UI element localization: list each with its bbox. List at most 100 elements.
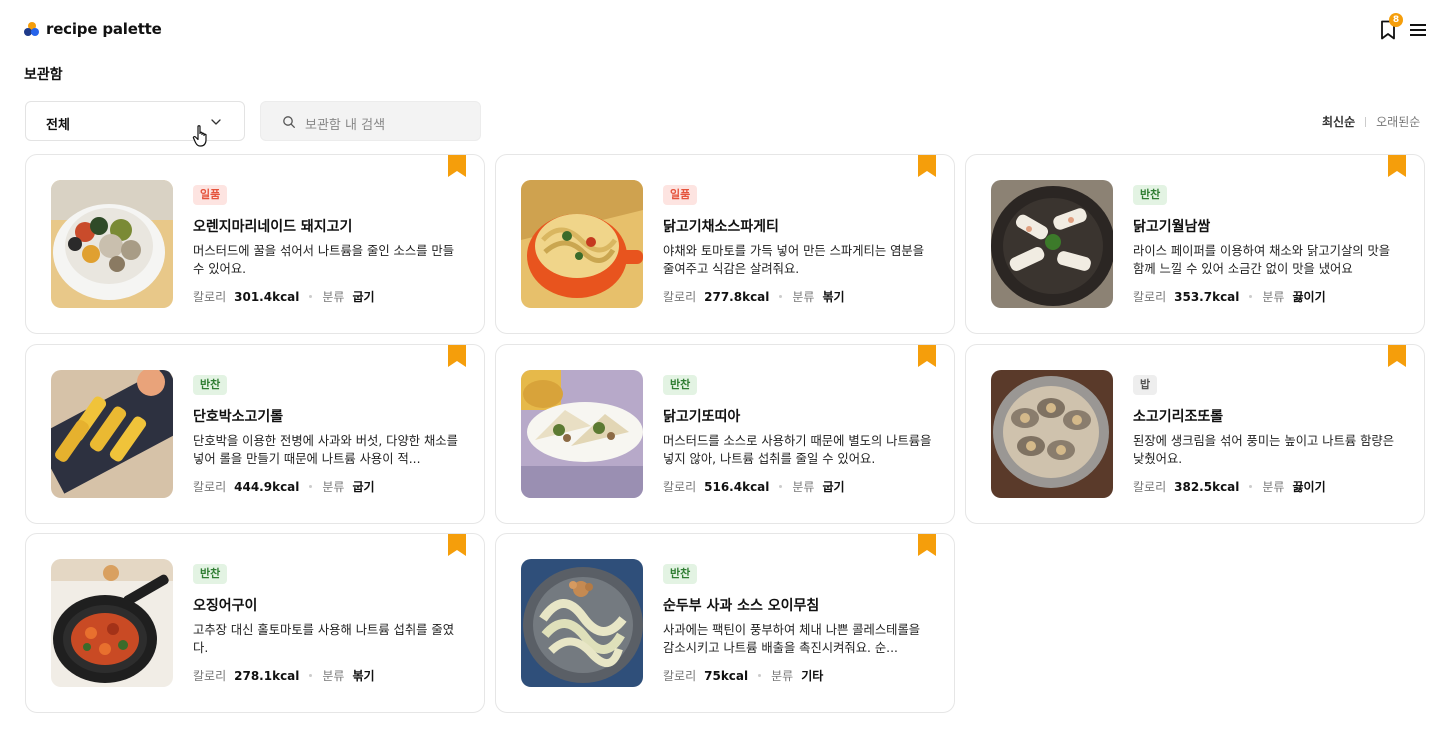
recipe-image — [991, 370, 1113, 498]
meta-separator — [1249, 485, 1253, 488]
recipe-meta: 칼로리 444.9kcal 분류 굽기 — [193, 478, 375, 495]
meta-separator — [309, 295, 313, 298]
category-tag: 반찬 — [663, 375, 698, 395]
calories-value: 278.1kcal — [234, 668, 300, 683]
sort-options: 최신순 오래된순 — [1322, 113, 1420, 130]
category-filter-select[interactable]: 전체 — [25, 101, 245, 141]
menu-icon[interactable] — [1409, 22, 1427, 38]
recipe-meta: 칼로리 516.4kcal 분류 굽기 — [663, 478, 845, 495]
bookmark-ribbon-icon[interactable] — [448, 155, 466, 177]
brand-name: recipe palette — [46, 20, 162, 38]
recipe-card[interactable]: 밥 소고기리조또롤 된장에 생크림을 섞어 풍미는 높이고 나트륨 함량은 낮췄… — [965, 344, 1425, 524]
recipe-title: 소고기리조또롤 — [1133, 409, 1224, 425]
header: recipe palette 8 — [0, 0, 1432, 60]
bookmark-ribbon-icon[interactable] — [1388, 345, 1406, 367]
calories-value: 277.8kcal — [704, 289, 770, 304]
recipe-meta: 칼로리 278.1kcal 분류 볶기 — [193, 667, 375, 684]
category-label: 분류 — [771, 669, 794, 683]
recipe-meta: 칼로리 353.7kcal 분류 끓이기 — [1133, 288, 1326, 305]
category-value: 볶기 — [822, 290, 845, 304]
recipe-card[interactable]: 반찬 단호박소고기롤 단호박을 이용한 전병에 사과와 버섯, 다양한 채소를 … — [25, 344, 485, 524]
bookmark-ribbon-icon[interactable] — [918, 345, 936, 367]
bookmark-ribbon-icon[interactable] — [1388, 155, 1406, 177]
meta-separator — [309, 674, 313, 677]
category-value: 볶기 — [352, 669, 375, 683]
recipe-title: 닭고기월남쌈 — [1133, 219, 1211, 235]
recipe-card[interactable]: 반찬 닭고기또띠아 머스터드를 소스로 사용하기 때문에 별도의 나트륨을 넣지… — [495, 344, 955, 524]
bookmark-ribbon-icon[interactable] — [918, 155, 936, 177]
recipe-image — [521, 559, 643, 687]
brand-logo[interactable]: recipe palette — [24, 20, 162, 38]
recipe-meta: 칼로리 277.8kcal 분류 볶기 — [663, 288, 845, 305]
meta-separator — [779, 485, 783, 488]
recipe-title: 닭고기또띠아 — [663, 409, 741, 425]
category-value: 굽기 — [352, 480, 375, 494]
category-label: 분류 — [322, 290, 345, 304]
bookmark-ribbon-icon[interactable] — [918, 534, 936, 556]
recipe-description: 단호박을 이용한 전병에 사과와 버섯, 다양한 채소를 넣어 롤을 만들기 때… — [193, 434, 458, 466]
recipe-meta: 칼로리 301.4kcal 분류 굽기 — [193, 288, 375, 305]
meta-separator — [779, 295, 783, 298]
filter-selected-value: 전체 — [46, 118, 70, 133]
recipe-card[interactable]: 일품 닭고기채소스파게티 야채와 토마토를 가득 넣어 만든 스파게티는 염분을… — [495, 154, 955, 334]
recipe-card[interactable]: 일품 오렌지마리네이드 돼지고기 머스터드에 꿀을 섞어서 나트륨을 줄인 소스… — [25, 154, 485, 334]
recipe-meta: 칼로리 382.5kcal 분류 끓이기 — [1133, 478, 1326, 495]
calories-label: 칼로리 — [663, 480, 697, 494]
recipe-title: 오징어구이 — [193, 598, 258, 614]
sort-oldest[interactable]: 오래된순 — [1376, 113, 1420, 130]
category-tag: 반찬 — [193, 375, 228, 395]
calories-value: 301.4kcal — [234, 289, 300, 304]
calories-label: 칼로리 — [663, 669, 697, 683]
palette-logo-icon — [24, 21, 40, 37]
category-label: 분류 — [322, 669, 345, 683]
meta-separator — [309, 485, 313, 488]
search-input[interactable]: 보관함 내 검색 — [260, 101, 481, 141]
recipe-image — [51, 370, 173, 498]
recipe-description: 라이스 페이퍼를 이용하여 채소와 닭고기살의 맛을 함께 느낄 수 있어 소금… — [1133, 244, 1391, 276]
page-title: 보관함 — [24, 67, 63, 83]
category-value: 끓이기 — [1292, 480, 1326, 494]
category-label: 분류 — [322, 480, 345, 494]
recipe-image — [521, 370, 643, 498]
recipe-title: 순두부 사과 소스 오이무침 — [663, 598, 820, 614]
sort-newest[interactable]: 최신순 — [1322, 113, 1355, 130]
recipe-image — [51, 180, 173, 308]
calories-label: 칼로리 — [193, 480, 227, 494]
hand-cursor-icon — [192, 125, 207, 147]
recipe-description: 야채와 토마토를 가득 넣어 만든 스파게티는 염분을 줄여주고 식감은 살려줘… — [663, 244, 925, 276]
calories-value: 444.9kcal — [234, 479, 300, 494]
category-tag: 일품 — [663, 185, 698, 205]
recipe-image — [521, 180, 643, 308]
calories-label: 칼로리 — [1133, 290, 1167, 304]
recipe-image — [991, 180, 1113, 308]
category-label: 분류 — [792, 480, 815, 494]
calories-value: 516.4kcal — [704, 479, 770, 494]
recipe-card[interactable]: 반찬 닭고기월남쌈 라이스 페이퍼를 이용하여 채소와 닭고기살의 맛을 함께 … — [965, 154, 1425, 334]
recipe-meta: 칼로리 75kcal 분류 기타 — [663, 667, 823, 684]
category-value: 기타 — [801, 669, 824, 683]
category-tag: 반찬 — [1133, 185, 1168, 205]
recipe-description: 머스터드를 소스로 사용하기 때문에 별도의 나트륨을 넣지 않아, 나트륨 섭… — [663, 434, 932, 466]
recipe-card[interactable]: 반찬 순두부 사과 소스 오이무침 사과에는 팩틴이 풍부하여 체내 나쁜 콜레… — [495, 533, 955, 713]
bookmark-ribbon-icon[interactable] — [448, 534, 466, 556]
meta-separator — [758, 674, 762, 677]
calories-label: 칼로리 — [193, 290, 227, 304]
recipe-title: 단호박소고기롤 — [193, 409, 284, 425]
bookmark-ribbon-icon[interactable] — [448, 345, 466, 367]
recipe-description: 사과에는 팩틴이 풍부하여 체내 나쁜 콜레스테롤을 감소시키고 나트륨 배출을… — [663, 623, 921, 655]
category-value: 굽기 — [352, 290, 375, 304]
recipe-description: 고추장 대신 홀토마토를 사용해 나트륨 섭취를 줄였다. — [193, 623, 455, 655]
recipe-description: 된장에 생크림을 섞어 풍미는 높이고 나트륨 함량은 낮췄어요. — [1133, 434, 1395, 466]
calories-label: 칼로리 — [663, 290, 697, 304]
calories-label: 칼로리 — [1133, 480, 1167, 494]
category-label: 분류 — [1262, 290, 1285, 304]
category-tag: 일품 — [193, 185, 228, 205]
recipe-title: 닭고기채소스파게티 — [663, 219, 779, 235]
recipe-description: 머스터드에 꿀을 섞어서 나트륨을 줄인 소스를 만들 수 있어요. — [193, 244, 455, 276]
category-value: 굽기 — [822, 480, 845, 494]
meta-separator — [1249, 295, 1253, 298]
recipe-card[interactable]: 반찬 오징어구이 고추장 대신 홀토마토를 사용해 나트륨 섭취를 줄였다. 칼… — [25, 533, 485, 713]
recipe-image — [51, 559, 173, 687]
calories-value: 75kcal — [704, 668, 749, 683]
category-tag: 밥 — [1133, 375, 1158, 395]
